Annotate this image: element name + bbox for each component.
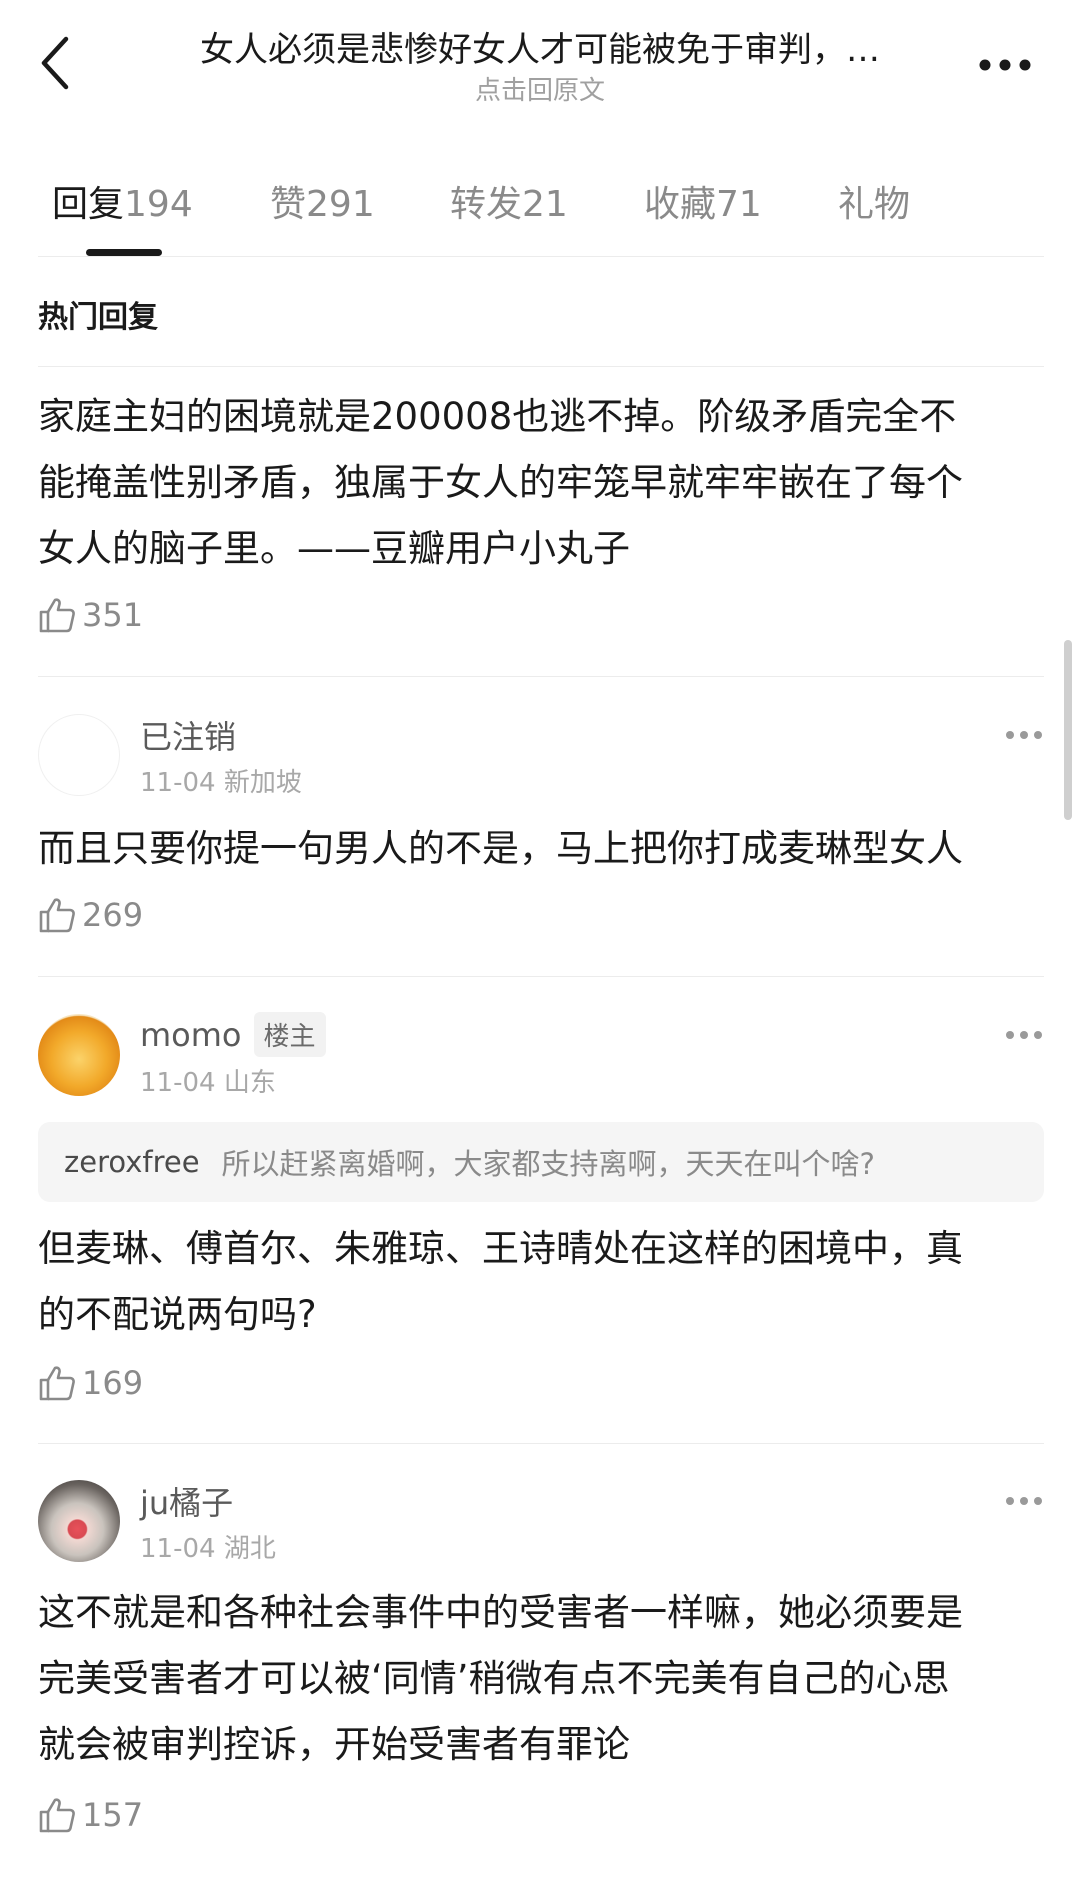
divider [38,366,1044,367]
comment-line: 就会被审判控诉，开始受害者有罪论 [38,1723,630,1766]
scrollbar[interactable] [1064,640,1072,820]
comment-date: 11-04 [140,1068,216,1098]
post-line: 女人的脑子里。——豆瓣用户小丸子 [38,527,630,570]
comment-line: 完美受害者才可以被‘同情’稍微有点不完美有自己的心思 [38,1657,950,1700]
tab-bar: 回复194 赞291 转发21 收藏71 礼物 [0,165,1080,260]
username-text: momo [140,1015,242,1054]
back-to-original-link[interactable]: 点击回原文 [140,74,940,108]
comment-line: 这不就是和各种社会事件中的受害者一样嘛，她必须要是 [38,1591,963,1634]
post-line: 能掩盖性别矛盾，独属于女人的牢笼早就牢牢嵌在了每个 [38,461,963,504]
username-text: 已注销 [140,718,237,756]
comment-date: 11-04 [140,1534,216,1564]
post-line: 家庭主妇的困境就是200008也逃不掉。阶级矛盾完全不 [38,395,957,438]
like-count: 351 [82,596,144,634]
back-button[interactable] [30,28,80,98]
tab-label: 回复 [52,184,125,225]
like-button[interactable]: 269 [38,896,143,934]
tab-count: 71 [716,184,762,225]
more-options-button[interactable] [975,40,1035,90]
author-badge: 楼主 [253,1012,326,1057]
quote-text: 所以赶紧离婚啊，大家都支持离啊，天天在叫个啥? [221,1147,875,1181]
tab-label: 收藏 [644,184,717,225]
thumbs-up-icon [39,1798,75,1833]
like-button[interactable]: 169 [38,1364,143,1402]
post-text: 家庭主妇的困境就是200008也逃不掉。阶级矛盾完全不 能掩盖性别矛盾，独属于女… [38,384,1044,582]
username-text: ju橘子 [140,1484,234,1522]
thumbs-up-icon [39,1366,75,1401]
comment-more-button[interactable] [1000,720,1048,750]
comment-text: 而且只要你提一句男人的不是，马上把你打成麦琳型女人 [38,816,1044,882]
like-count: 157 [82,1796,144,1834]
comment-meta: 11-04 山东 [140,1062,276,1099]
like-button[interactable]: 157 [38,1796,143,1834]
tab-favorites[interactable]: 收藏71 [644,175,762,227]
comment-date: 11-04 [140,768,216,798]
comment-line: 的不配说两句吗? [38,1293,317,1336]
comment-username[interactable]: ju橘子 [140,1478,233,1524]
avatar[interactable] [38,714,120,796]
tab-count: 194 [124,184,193,225]
comment-location: 新加坡 [223,768,302,798]
active-tab-indicator [86,249,162,256]
tab-label: 转发 [450,184,523,225]
more-dots-icon [1006,1497,1042,1505]
comment-more-button[interactable] [1000,1486,1048,1516]
header-title-block: 女人必须是悲惨好女人才可能被免于审判，… 点击回原文 [140,28,940,108]
tab-label: 赞 [270,184,307,225]
chevron-left-icon [41,36,69,90]
like-count: 269 [82,896,144,934]
more-dots-icon [1006,731,1042,739]
tab-reposts[interactable]: 转发21 [450,175,568,227]
comment-meta: 11-04 新加坡 [140,762,302,799]
tab-likes[interactable]: 赞291 [270,175,375,227]
tab-label: 礼物 [838,184,911,225]
thumbs-up-icon [39,898,75,933]
comment-username[interactable]: momo 楼主 [140,1012,326,1057]
avatar[interactable] [38,1014,120,1096]
tab-count: 21 [522,184,568,225]
quote-username: zeroxfree [64,1145,200,1179]
comment-text: 这不就是和各种社会事件中的受害者一样嘛，她必须要是 完美受害者才可以被‘同情’稍… [38,1580,1044,1778]
comment-location: 山东 [223,1068,276,1098]
like-count: 169 [82,1364,144,1402]
more-dots-icon [979,59,1031,71]
comment-more-button[interactable] [1000,1020,1048,1050]
divider [38,976,1044,977]
top-bar: 女人必须是悲惨好女人才可能被免于审判，… 点击回原文 [0,0,1080,135]
like-button[interactable]: 351 [38,596,143,634]
comment-username[interactable]: 已注销 [140,712,236,758]
avatar[interactable] [38,1480,120,1562]
comment-meta: 11-04 湖北 [140,1528,276,1565]
divider [38,256,1044,257]
tab-count: 291 [306,184,375,225]
comment-line: 但麦琳、傅首尔、朱雅琼、王诗晴处在这样的困境中，真 [38,1227,963,1270]
more-dots-icon [1006,1031,1042,1039]
divider [38,1443,1044,1444]
tab-gifts[interactable]: 礼物 [838,175,910,227]
thumbs-up-icon [39,598,75,633]
tab-replies[interactable]: 回复194 [52,175,193,227]
quoted-reply[interactable]: zeroxfree 所以赶紧离婚啊，大家都支持离啊，天天在叫个啥? [38,1122,1044,1202]
comment-location: 湖北 [223,1534,276,1564]
page-title: 女人必须是悲惨好女人才可能被免于审判，… [200,30,880,70]
section-title: 热门回复 [38,300,158,335]
comment-line: 而且只要你提一句男人的不是，马上把你打成麦琳型女人 [38,827,963,870]
divider [38,676,1044,677]
comment-text: 但麦琳、傅首尔、朱雅琼、王诗晴处在这样的困境中，真 的不配说两句吗? [38,1216,1044,1348]
